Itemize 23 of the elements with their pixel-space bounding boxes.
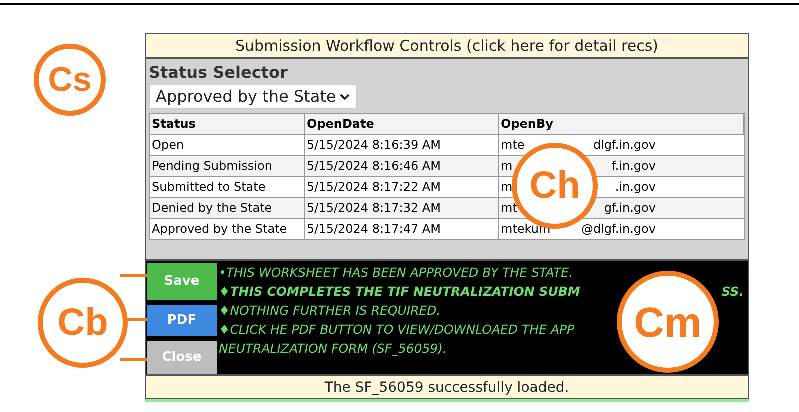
chevron-down-icon <box>340 92 350 100</box>
section-title: Status Selector <box>149 62 289 84</box>
email-fragment: f.in.gov <box>612 158 656 175</box>
message-text: SS. <box>722 283 744 301</box>
message-text: ♦THIS COMPLETES THE TIF NEUTRALIZATION SUBM <box>219 283 580 301</box>
header-link[interactable]: Submission Workflow Controls (click here for detail recs) <box>146 34 748 59</box>
message-text: ♦NOTHING FURTHER IS REQUIRED. <box>219 302 441 320</box>
message-text: ♦CLICK HE PDF BUTTON TO VIEW/DOWNLOAED THE APP <box>219 321 575 339</box>
pdf-button[interactable]: PDF <box>147 304 217 336</box>
email-fragment: m <box>501 179 513 196</box>
status-cell: Approved by the State <box>150 219 305 239</box>
email-fragment: m <box>501 158 513 175</box>
close-button[interactable]: Close <box>147 341 217 374</box>
save-button[interactable]: Save <box>147 263 217 300</box>
callout-badge: Cb <box>38 278 128 368</box>
status-dropdown[interactable]: Approved by the State <box>149 84 358 109</box>
message-text: NEUTRALIZATION FORM (SF_56059). <box>219 340 447 358</box>
date-cell: 5/15/2024 8:17:47 AM <box>305 219 499 239</box>
message-text: •THIS WORKSHEET HAS BEEN APPROVED BY THE STATE. <box>219 264 574 282</box>
email-fragment: .in.gov <box>615 179 656 196</box>
status-message: The SF_56059 successfully loaded. <box>146 374 748 398</box>
email-fragment: gf.in.gov <box>604 200 656 217</box>
callout-badge: Cs <box>34 44 106 116</box>
